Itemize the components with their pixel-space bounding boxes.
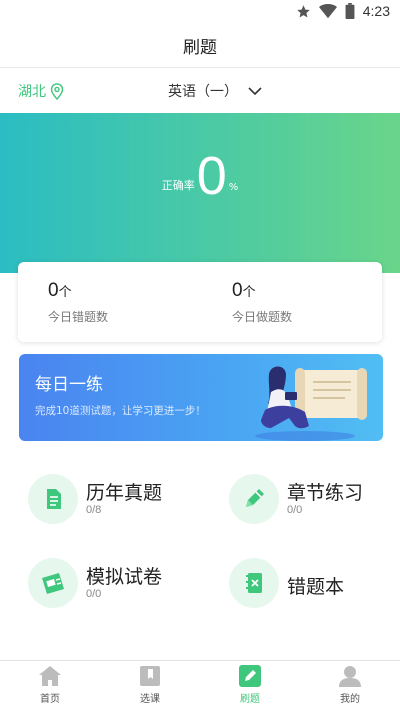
feature-count: 0/0 — [86, 588, 102, 600]
nav-profile[interactable]: 我的 — [310, 665, 390, 711]
nav-practice[interactable]: 刷题 — [210, 665, 290, 711]
home-icon — [39, 666, 61, 686]
status-bar: 4:23 — [0, 0, 400, 24]
status-icons: 4:23 — [296, 3, 390, 19]
subject-label: 英语（一） — [168, 84, 238, 100]
subject-selector[interactable]: 英语（一） — [168, 69, 262, 113]
stat-unit: 个 — [58, 285, 72, 300]
today-wrong-stat[interactable]: 0个 今日错题数 — [48, 280, 108, 325]
error-book-entry[interactable]: 错题本 — [229, 558, 399, 618]
document-icon — [28, 474, 78, 524]
daily-practice-banner[interactable]: 每日一练 完成10道测试题，让学习更进一步！ — [19, 354, 383, 441]
feature-count: 0/0 — [287, 504, 303, 516]
battery-icon — [345, 3, 355, 19]
mock-exam-entry[interactable]: 模拟试卷 0/0 — [28, 558, 198, 618]
feature-title: 历年真题 — [86, 482, 163, 504]
region-selector[interactable]: 湖北 — [18, 69, 64, 113]
accuracy-rate: 正确率 0 % — [0, 149, 400, 203]
wifi-icon — [318, 3, 337, 18]
daily-title: 每日一练 — [35, 375, 103, 395]
nav-label: 我的 — [340, 694, 360, 705]
past-exams-entry[interactable]: 历年真题 0/8 — [28, 474, 198, 534]
stat-label: 今日错题数 — [48, 310, 109, 324]
nav-label: 刷题 — [240, 694, 260, 705]
location-pin-icon — [50, 82, 64, 100]
daily-subtitle: 完成10道测试题，让学习更进一步！ — [35, 405, 206, 417]
page-title: 刷题 — [183, 38, 217, 58]
selector-row: 湖北 英语（一） — [0, 69, 400, 113]
accuracy-hero: 正确率 0 % — [0, 113, 400, 273]
nav-courses[interactable]: 选课 — [110, 665, 190, 711]
star-icon — [297, 4, 310, 17]
error-book-icon — [229, 558, 279, 608]
reading-girl-illustration — [255, 366, 367, 441]
paper-icon — [28, 558, 78, 608]
nav-label: 选课 — [140, 694, 160, 705]
bottom-nav: 首页 选课 刷题 我的 — [0, 660, 400, 711]
accuracy-label: 正确率 — [161, 179, 195, 192]
feature-title: 章节练习 — [287, 482, 364, 504]
feature-title: 模拟试卷 — [86, 566, 163, 588]
title-bar: 刷题 — [0, 24, 400, 68]
nav-home[interactable]: 首页 — [10, 665, 90, 711]
stat-value: 0 — [232, 280, 243, 301]
status-time: 4:23 — [362, 3, 390, 19]
accuracy-value: 0 — [196, 146, 227, 206]
chevron-down-icon — [248, 86, 262, 95]
feature-title: 错题本 — [287, 576, 345, 598]
pencil-icon — [229, 474, 279, 524]
stat-unit: 个 — [242, 285, 256, 300]
chapter-practice-entry[interactable]: 章节练习 0/0 — [229, 474, 399, 534]
feature-count: 0/8 — [86, 504, 102, 516]
course-icon — [140, 666, 160, 686]
today-stats-card: 0个 今日错题数 0个 今日做题数 — [18, 262, 382, 342]
practice-icon — [239, 665, 261, 687]
stat-label: 今日做题数 — [232, 310, 293, 324]
stat-value: 0 — [48, 280, 59, 301]
profile-icon — [339, 666, 361, 687]
nav-label: 首页 — [40, 694, 60, 705]
accuracy-unit: % — [228, 182, 239, 193]
region-label: 湖北 — [18, 84, 46, 100]
today-done-stat[interactable]: 0个 今日做题数 — [232, 280, 292, 325]
